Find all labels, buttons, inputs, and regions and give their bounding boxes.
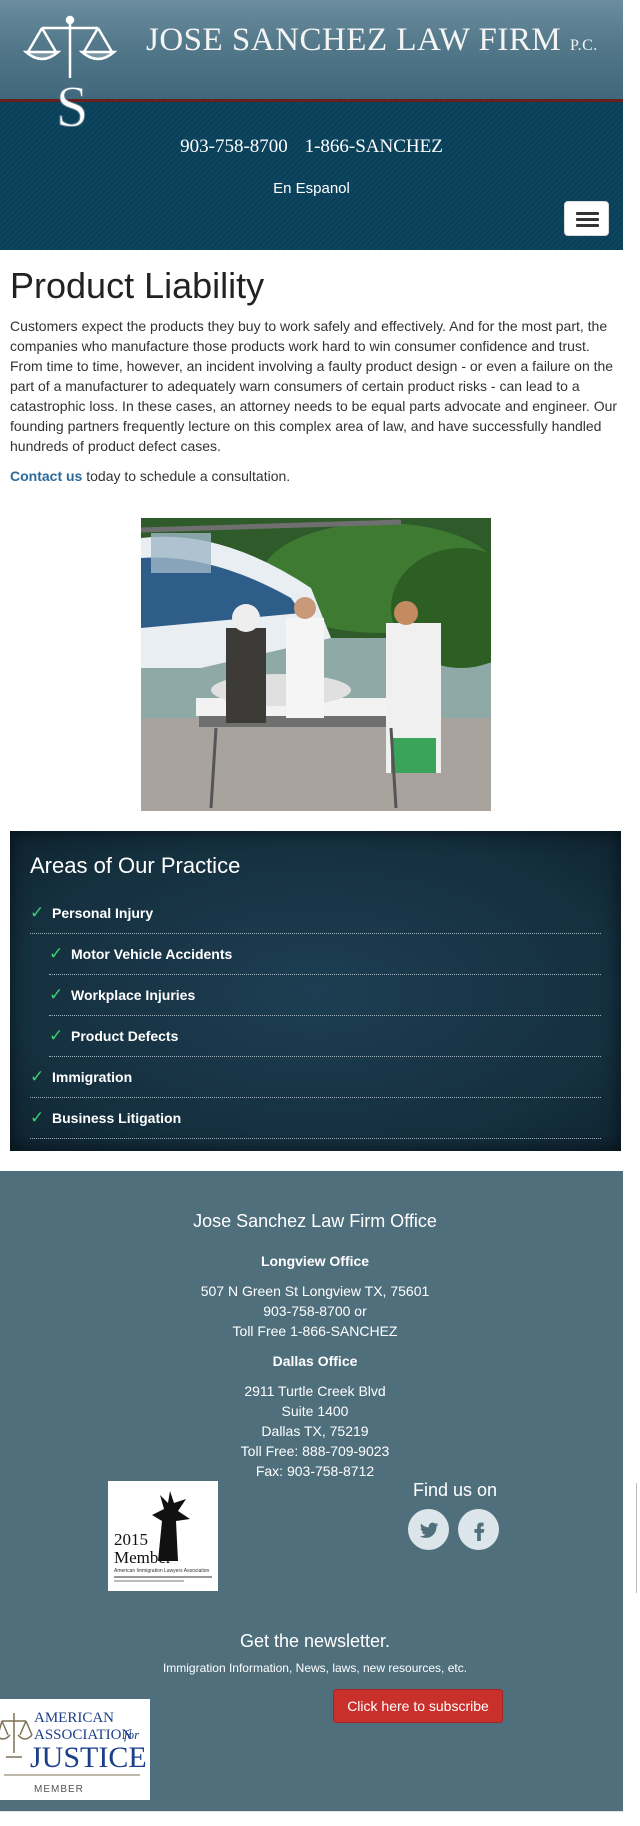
firm-name-text: JOSE SANCHEZ LAW FIRM <box>146 22 562 58</box>
longview-tollfree[interactable]: Toll Free 1-866-SANCHEZ <box>0 1321 630 1341</box>
svg-text:Member: Member <box>114 1548 172 1567</box>
newsletter-subtitle: Immigration Information, News, laws, new… <box>162 1661 468 1675</box>
twitter-icon <box>419 1522 438 1538</box>
firm-name[interactable]: JOSE SANCHEZ LAW FIRM P.C. <box>146 22 598 59</box>
longview-phone[interactable]: 903-758-8700 or <box>0 1301 630 1321</box>
dallas-fax: Fax: 903-758-8712 <box>255 1463 375 1479</box>
dallas-tollfree[interactable]: Toll Free: 888-709-9023 <box>0 1441 630 1461</box>
firm-suffix: P.C. <box>569 37 598 54</box>
footer-bottom-strip <box>0 1811 623 1826</box>
paramedics-helicopter-photo <box>141 518 491 811</box>
svg-text:AMERICAN: AMERICAN <box>34 1710 114 1726</box>
newsletter-title: Get the newsletter. <box>239 1631 391 1651</box>
svg-text:American Immigration Lawyers A: American Immigration Lawyers Association <box>114 1568 210 1574</box>
check-icon: ✓ <box>49 1026 64 1045</box>
check-icon: ✓ <box>49 985 64 1004</box>
facebook-icon <box>473 1522 484 1541</box>
check-icon: ✓ <box>49 944 64 963</box>
dallas-suite: Suite 1400 <box>281 1403 349 1419</box>
phone-local[interactable]: 903-758-8700 <box>180 136 288 157</box>
spanish-language-link[interactable]: En Espanol <box>0 180 623 197</box>
practice-item-personal-injury[interactable]: ✓ Personal Injury <box>30 893 601 934</box>
page-title: Product Liability <box>10 265 265 306</box>
header-phones: 903-758-8700 1-866-SANCHEZ <box>0 136 623 158</box>
aila-2015-member-badge[interactable]: 2015 Member American Immigration Lawyers… <box>108 1481 218 1591</box>
practice-item-product-defects[interactable]: ✓ Product Defects <box>49 1016 601 1057</box>
dallas-heading: Dallas Office <box>272 1353 358 1369</box>
longview-address: 507 N Green St Longview TX, 75601 <box>200 1283 430 1299</box>
check-icon: ✓ <box>30 903 45 922</box>
practice-item-immigration[interactable]: ✓ Immigration <box>30 1057 601 1098</box>
svg-text:MEMBER: MEMBER <box>34 1784 84 1795</box>
hamburger-menu-button[interactable] <box>564 201 609 236</box>
check-icon: ✓ <box>30 1108 45 1127</box>
contact-us-link[interactable]: Contact us <box>10 468 82 484</box>
site-footer: Jose Sanchez Law Firm Office Longview Of… <box>0 1171 623 1811</box>
practice-areas-list: ✓ Personal Injury ✓ Motor Vehicle Accident… <box>30 893 601 1139</box>
svg-text:2015: 2015 <box>114 1530 148 1549</box>
intro-paragraph: Customers expect the products they buy t… <box>10 317 618 454</box>
american-association-for-justice-badge[interactable]: AMERICAN ASSOCIATION for JUSTICE MEMBER <box>0 1699 150 1800</box>
dallas-street: 2911 Turtle Creek Blvd <box>244 1383 386 1399</box>
facebook-link[interactable] <box>458 1509 499 1550</box>
check-icon: ✓ <box>30 1067 45 1086</box>
practice-areas-title: Areas of Our Practice <box>30 853 241 878</box>
svg-text:JUSTICE: JUSTICE <box>30 1741 147 1774</box>
site-header: S JOSE SANCHEZ LAW FIRM P.C. 903-758-870… <box>0 0 623 250</box>
svg-text:S: S <box>56 74 88 134</box>
contact-paragraph: Contact us today to schedule a consultat… <box>10 466 620 486</box>
hamburger-menu-icon <box>576 212 599 215</box>
svg-text:for: for <box>124 1727 140 1742</box>
scales-of-justice-logo[interactable]: S <box>22 14 142 134</box>
practice-item-motor-vehicle-accidents[interactable]: ✓ Motor Vehicle Accidents <box>49 934 601 975</box>
longview-heading: Longview Office <box>260 1253 370 1269</box>
scrollbar-track[interactable] <box>636 1483 637 1593</box>
dallas-city: Dallas TX, 75219 <box>261 1423 369 1439</box>
find-us-label: Find us on <box>412 1480 498 1500</box>
twitter-link[interactable] <box>408 1509 449 1550</box>
practice-item-workplace-injuries[interactable]: ✓ Workplace Injuries <box>49 975 601 1016</box>
practice-areas-panel: Areas of Our Practice ✓ Personal Injury ✓… <box>10 831 621 1151</box>
practice-item-business-litigation[interactable]: ✓ Business Litigation <box>30 1098 601 1139</box>
footer-title: Jose Sanchez Law Firm Office <box>193 1211 437 1231</box>
subscribe-button[interactable]: Click here to subscribe <box>333 1689 503 1723</box>
contact-rest-text: today to schedule a consultation. <box>82 467 291 484</box>
phone-tollfree[interactable]: 1-866-SANCHEZ <box>305 136 443 157</box>
main-content: Product Liability Customers expect the p… <box>10 266 620 486</box>
